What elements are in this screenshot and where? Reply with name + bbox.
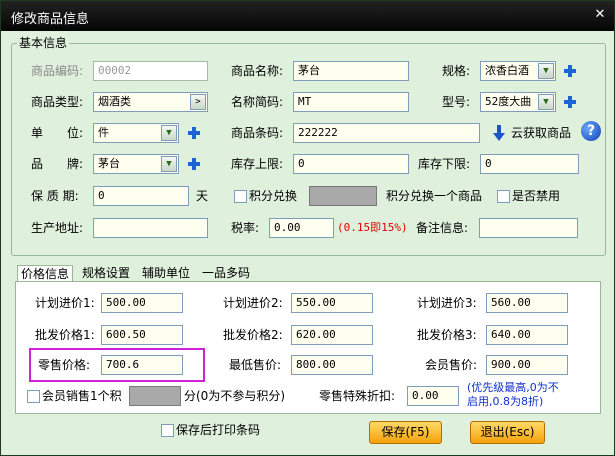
disabled-checkbox[interactable] xyxy=(497,190,510,203)
tab-aux-unit[interactable]: 辅助单位 xyxy=(139,265,193,282)
shelf-life-field[interactable]: 0 xyxy=(93,186,189,206)
plan-price2-field[interactable]: 550.00 xyxy=(291,293,373,313)
window-title: 修改商品信息 xyxy=(11,12,90,27)
short-code-label: 名称简码: xyxy=(231,95,284,109)
member-price-field[interactable]: 900.00 xyxy=(486,355,568,375)
wholesale3-field[interactable]: 640.00 xyxy=(486,325,568,345)
print-after-save-checkbox[interactable] xyxy=(161,424,174,437)
tax-label: 税率: xyxy=(231,221,260,235)
pick-type-button[interactable]: > xyxy=(190,94,206,110)
download-arrow-icon[interactable] xyxy=(493,125,505,141)
stock-min-field[interactable]: 0 xyxy=(480,154,579,174)
product-type-field[interactable]: 烟酒类 > xyxy=(93,92,208,112)
title-bar[interactable]: 修改商品信息 ✕ xyxy=(1,1,614,31)
discount-note-line1: (优先级最高,0为不 xyxy=(467,381,559,394)
unit-label: 单 位: xyxy=(31,126,84,140)
stock-max-label: 库存上限: xyxy=(231,157,284,171)
shelf-life-unit: 天 xyxy=(196,189,209,203)
exit-button[interactable]: 退出(Esc) xyxy=(470,421,545,444)
spec-value: 浓香白酒 xyxy=(485,64,529,77)
points-redeem-suffix: 积分兑换一个商品 xyxy=(386,189,483,203)
brand-label: 品 牌: xyxy=(31,157,84,171)
plan-price1-field[interactable]: 500.00 xyxy=(101,293,183,313)
add-brand-icon[interactable] xyxy=(188,158,200,170)
stock-max-field[interactable]: 0 xyxy=(293,154,409,174)
member-price-label: 会员售价: xyxy=(425,358,478,372)
plan-price3-field[interactable]: 560.00 xyxy=(486,293,568,313)
product-code-label: 商品编码: xyxy=(31,64,84,78)
disabled-label: 是否禁用 xyxy=(512,189,561,203)
wholesale2-label: 批发价格2: xyxy=(223,328,283,342)
wholesale1-field[interactable]: 600.50 xyxy=(101,325,183,345)
product-type-value: 烟酒类 xyxy=(98,95,131,108)
discount-note-line2: 启用,0.8为8折) xyxy=(467,395,544,408)
plan-price2-label: 计划进价2: xyxy=(223,296,283,310)
unit-value: 件 xyxy=(98,126,109,139)
plan-price1-label: 计划进价1: xyxy=(35,296,95,310)
close-icon[interactable]: ✕ xyxy=(592,7,608,23)
unit-select[interactable]: 件 ▼ xyxy=(93,123,179,143)
chevron-down-icon[interactable]: ▼ xyxy=(538,94,554,110)
points-redeem-field[interactable] xyxy=(309,186,377,206)
tab-label: 一品多码 xyxy=(202,266,251,280)
stock-min-label: 库存下限: xyxy=(418,157,471,171)
points-redeem-checkbox[interactable] xyxy=(234,190,247,203)
tab-label: 价格信息 xyxy=(21,267,70,281)
member-points-checkbox[interactable] xyxy=(27,390,40,403)
brand-select[interactable]: 茅台 ▼ xyxy=(93,154,179,174)
remark-field[interactable] xyxy=(479,218,578,238)
basic-info-legend: 基本信息 xyxy=(17,34,70,51)
print-after-save-label: 保存后打印条码 xyxy=(176,423,261,437)
model-label: 型号: xyxy=(442,95,471,109)
add-spec-icon[interactable] xyxy=(564,65,576,77)
tab-price-info[interactable]: 价格信息 xyxy=(17,265,74,282)
min-price-label: 最低售价: xyxy=(229,358,282,372)
add-unit-icon[interactable] xyxy=(188,127,200,139)
tab-label: 辅助单位 xyxy=(142,266,191,280)
tax-field[interactable]: 0.00 xyxy=(269,218,334,238)
member-points-field[interactable] xyxy=(129,386,181,406)
special-discount-label: 零售特殊折扣: xyxy=(319,389,396,403)
spec-label: 规格: xyxy=(442,64,471,78)
help-icon[interactable]: ? xyxy=(581,121,601,141)
model-select[interactable]: 52度大曲 ▼ xyxy=(480,92,556,112)
tab-spec-settings[interactable]: 规格设置 xyxy=(79,265,133,282)
chevron-down-icon[interactable]: ▼ xyxy=(161,125,177,141)
retail-price-field[interactable]: 700.6 xyxy=(101,355,183,375)
add-model-icon[interactable] xyxy=(564,96,576,108)
short-code-field[interactable]: MT xyxy=(293,92,409,112)
tab-multi-code[interactable]: 一品多码 xyxy=(199,265,253,282)
product-name-label: 商品名称: xyxy=(231,64,284,78)
min-price-field[interactable]: 800.00 xyxy=(291,355,373,375)
wholesale3-label: 批发价格3: xyxy=(417,328,477,342)
barcode-field[interactable]: 222222 xyxy=(293,123,480,143)
product-type-label: 商品类型: xyxy=(31,95,84,109)
origin-label: 生产地址: xyxy=(31,221,84,235)
product-name-field[interactable]: 茅台 xyxy=(293,61,409,81)
spec-select[interactable]: 浓香白酒 ▼ xyxy=(480,61,556,81)
model-value: 52度大曲 xyxy=(485,95,532,108)
retail-price-label: 零售价格: xyxy=(38,358,91,372)
shelf-life-label: 保 质 期: xyxy=(31,189,79,203)
origin-field[interactable] xyxy=(93,218,208,238)
tab-label: 规格设置 xyxy=(82,266,131,280)
barcode-label: 商品条码: xyxy=(231,126,284,140)
brand-value: 茅台 xyxy=(98,157,120,170)
remark-label: 备注信息: xyxy=(416,221,469,235)
plan-price3-label: 计划进价3: xyxy=(417,296,477,310)
chevron-down-icon[interactable]: ▼ xyxy=(161,156,177,172)
save-button[interactable]: 保存(F5) xyxy=(369,421,442,444)
points-redeem-label: 积分兑换 xyxy=(249,189,298,203)
member-points-suffix: 分(0为不参与积分) xyxy=(184,389,285,403)
wholesale2-field[interactable]: 620.00 xyxy=(291,325,373,345)
tax-hint: (0.15即15%) xyxy=(337,221,408,234)
dialog-window: 修改商品信息 ✕ 基本信息 商品编码: 00002 商品名称: 茅台 规格: 浓… xyxy=(0,0,615,456)
chevron-down-icon[interactable]: ▼ xyxy=(538,63,554,79)
wholesale1-label: 批发价格1: xyxy=(35,328,95,342)
cloud-fetch-link[interactable]: 云获取商品 xyxy=(511,124,571,142)
member-points-label: 会员销售1个积 xyxy=(42,389,122,403)
special-discount-field[interactable]: 0.00 xyxy=(407,386,459,406)
product-code-field[interactable]: 00002 xyxy=(93,61,208,81)
